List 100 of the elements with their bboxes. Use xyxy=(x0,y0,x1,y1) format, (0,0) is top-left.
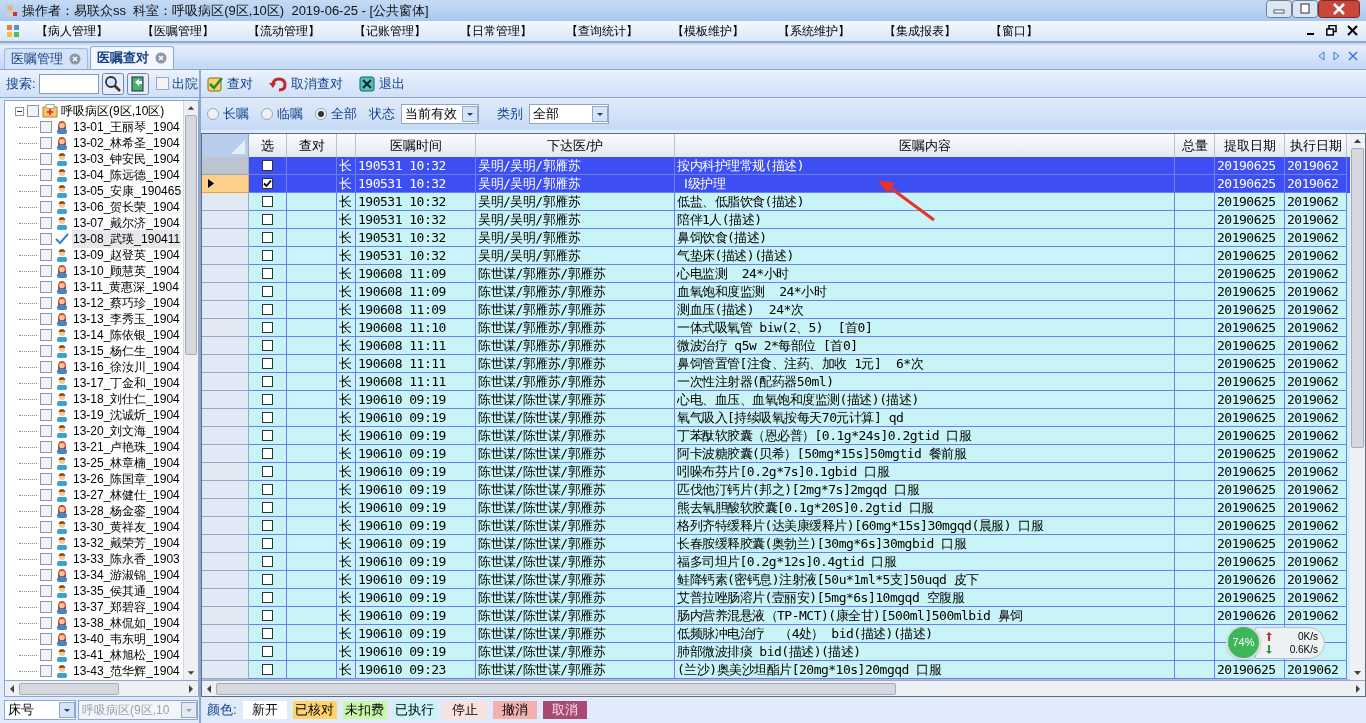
tree-item[interactable]: 13-35_侯其通_1904 xyxy=(72,582,181,600)
checkbox[interactable] xyxy=(262,322,273,333)
checkbox[interactable] xyxy=(40,633,52,645)
tree-item[interactable]: 13-41_林旭松_1904 xyxy=(72,646,181,664)
menu-item[interactable]: 【窗口】 xyxy=(988,22,1040,40)
checkbox[interactable] xyxy=(40,313,52,325)
tree-item[interactable]: 13-30_黄祥友_1904 xyxy=(72,518,181,536)
tree-item[interactable]: 13-07_戴尔济_1904 xyxy=(72,214,181,232)
checkbox[interactable] xyxy=(40,169,52,181)
checkbox[interactable] xyxy=(40,185,52,197)
toolbar-button[interactable]: 查对 xyxy=(205,72,255,95)
radio-button[interactable]: 临嘱 xyxy=(261,104,303,124)
checkbox[interactable] xyxy=(40,137,52,149)
tree-item[interactable]: 13-27_林健仕_1904 xyxy=(72,486,181,504)
checkbox[interactable] xyxy=(262,160,273,171)
table-row[interactable]: 长 190610 09:19 陈世谋/陈世谋/郭雁苏 鲑降钙素(密钙息)注射液[50u*1ml*5支]50uqd 皮下 20190626 2019062 xyxy=(202,571,1350,589)
tree-item[interactable]: 13-11_黄惠深_1904 xyxy=(72,278,180,296)
table-row[interactable]: 长 190608 11:10 陈世谋/郭雁苏/郭雁苏 一体式吸氧管 biw(2、5) [首0] 20190625 2019062 xyxy=(202,319,1350,337)
checkbox[interactable] xyxy=(262,412,273,423)
table-row[interactable]: 长 190531 10:32 吴明/吴明/郭雁苏 鼻饲饮食(描述) 20190625 2019062 xyxy=(202,229,1350,247)
checkbox[interactable] xyxy=(40,121,52,133)
checkbox[interactable] xyxy=(155,77,169,90)
table-row[interactable]: 长 190610 09:19 陈世谋/陈世谋/郭雁苏 熊去氧胆酸软胶囊[0.1g*20S]0.2gtid 口服 20190625 2019062 xyxy=(202,499,1350,517)
scrollbar-thumb[interactable] xyxy=(1351,148,1364,448)
checkbox[interactable] xyxy=(40,281,52,293)
table-row[interactable]: 长 190610 09:19 陈世谋/陈世谋/郭雁苏 长春胺缓释胶囊(奥勃兰)[30mg*6s]30mgbid 口服 20190625 2019062 xyxy=(202,535,1350,553)
export-button[interactable] xyxy=(126,72,149,95)
tree-item[interactable]: 13-02_林希圣_1904 xyxy=(72,134,181,152)
checkbox[interactable] xyxy=(40,649,52,661)
tab[interactable]: 医嘱管理 xyxy=(4,48,88,69)
table-row[interactable]: 长 190608 11:11 陈世谋/郭雁苏/郭雁苏 鼻饲管置管[注食、注药、加收 1元] 6*次 20190625 2019062 xyxy=(202,355,1350,373)
checkbox[interactable] xyxy=(40,425,52,437)
table-row[interactable]: 长 190608 11:09 陈世谋/郭雁苏/郭雁苏 心电监测 24*小时 20190625 2019062 xyxy=(202,265,1350,283)
tree-item[interactable]: 13-09_赵登英_1904 xyxy=(72,246,181,264)
table-row[interactable]: 长 190608 11:11 陈世谋/郭雁苏/郭雁苏 一次性注射器(配药器50ml) 20190625 2019062 xyxy=(202,373,1350,391)
checkbox[interactable] xyxy=(40,297,52,309)
checkbox[interactable] xyxy=(40,361,52,373)
checkbox[interactable] xyxy=(40,457,52,469)
checkbox[interactable] xyxy=(40,585,52,597)
table-row[interactable]: 长 190610 09:19 陈世谋/陈世谋/郭雁苏 匹伐他汀钙片(邦之)[2mg*7s]2mgqd 口服 20190625 2019062 xyxy=(202,481,1350,499)
checkbox[interactable] xyxy=(262,610,273,621)
checkbox[interactable] xyxy=(40,473,52,485)
tree-item[interactable]: 13-05_安康_190465 xyxy=(72,182,183,200)
table-row[interactable]: 长 190610 09:19 陈世谋/陈世谋/郭雁苏 福多司坦片[0.2g*12s]0.4gtid 口服 20190625 2019062 xyxy=(202,553,1350,571)
table-row[interactable]: 长 190610 09:19 陈世谋/陈世谋/郭雁苏 肠内营养混悬液（TP-MCT)(康全甘)[500ml]500mlbid 鼻饲 20190626 2019062 xyxy=(202,607,1350,625)
table-row[interactable]: 长 190531 10:32 吴明/吴明/郭雁苏 低盐、低脂饮食(描述) 20190625 2019062 xyxy=(202,193,1350,211)
table-row[interactable]: 长 190608 11:09 陈世谋/郭雁苏/郭雁苏 测血压(描述) 24*次 20190625 2019062 xyxy=(202,301,1350,319)
tree-item[interactable]: 13-38_林侃如_1904 xyxy=(72,614,181,632)
tree-item[interactable]: 13-01_王丽琴_1904 xyxy=(72,118,181,136)
checkbox[interactable] xyxy=(40,217,52,229)
checkbox[interactable] xyxy=(262,394,273,405)
menu-item[interactable]: 【病人管理】 xyxy=(34,22,110,40)
table-row[interactable]: 长 190610 09:19 陈世谋/陈世谋/郭雁苏 艾普拉唑肠溶片(壹丽安)[5mg*6s]10mgqd 空腹服 20190625 2019062 xyxy=(202,589,1350,607)
checkbox[interactable] xyxy=(262,484,273,495)
menu-item[interactable]: 【流动管理】 xyxy=(246,22,322,40)
toolbar-button[interactable]: 取消查对 xyxy=(267,72,345,95)
checkbox[interactable] xyxy=(262,520,273,531)
table-row[interactable]: 长 190608 11:09 陈世谋/郭雁苏/郭雁苏 血氧饱和度监测 24*小时 20190625 2019062 xyxy=(202,283,1350,301)
table-row[interactable]: 长 190608 11:11 陈世谋/郭雁苏/郭雁苏 微波治疗 q5w 2*每部位 [首0] 20190625 2019062 xyxy=(202,337,1350,355)
scrollbar-thumb[interactable] xyxy=(216,682,896,695)
checkbox[interactable] xyxy=(40,409,52,421)
tree-item[interactable]: 13-32_戴荣芳_1904 xyxy=(72,534,181,552)
checkbox[interactable] xyxy=(262,628,273,639)
checkbox[interactable] xyxy=(40,153,52,165)
dropdown[interactable]: 当前有效 xyxy=(401,104,479,124)
search-field[interactable] xyxy=(38,73,99,94)
checkbox[interactable] xyxy=(40,329,52,341)
tree-item[interactable]: 13-37_郑碧容_1904 xyxy=(72,598,181,616)
restore-icon[interactable] xyxy=(1326,24,1337,36)
menu-item[interactable]: 【查询统计】 xyxy=(564,22,640,40)
tree-item[interactable]: 13-33_陈永香_1903 xyxy=(72,550,181,568)
checkbox[interactable] xyxy=(262,592,273,603)
checkbox[interactable] xyxy=(40,233,52,245)
table-row[interactable]: 长 190610 09:19 陈世谋/陈世谋/郭雁苏 氧气吸入[持续吸氧按每天70元计算] qd 20190625 2019062 xyxy=(202,409,1350,427)
tree-item[interactable]: 13-21_卢艳珠_1904 xyxy=(72,438,181,456)
dropdown[interactable]: 床号 xyxy=(4,700,76,720)
table-corner[interactable] xyxy=(202,134,249,157)
tree-item[interactable]: 13-16_徐汝川_1904 xyxy=(72,358,181,376)
checkbox[interactable] xyxy=(40,489,52,501)
minimize-button[interactable] xyxy=(1266,0,1292,18)
checkbox[interactable] xyxy=(262,574,273,585)
checkbox[interactable] xyxy=(40,553,52,565)
checkbox[interactable] xyxy=(262,376,273,387)
checkbox[interactable] xyxy=(262,430,273,441)
checkbox[interactable] xyxy=(40,521,52,533)
checkbox[interactable] xyxy=(262,538,273,549)
checkbox[interactable] xyxy=(40,201,52,213)
table-row[interactable]: 长 190531 10:32 吴明/吴明/郭雁苏 Ⅰ级护理 20190625 2019062 xyxy=(202,175,1350,193)
close-button[interactable] xyxy=(1318,0,1360,18)
tree-item[interactable]: 13-17_丁金和_1904 xyxy=(72,374,181,392)
tree-item[interactable]: 13-10_顾慧英_1904 xyxy=(72,262,181,280)
close-icon[interactable] xyxy=(1347,24,1358,36)
tab[interactable]: 医嘱查对 xyxy=(90,46,174,69)
checkbox[interactable] xyxy=(262,646,273,657)
checkbox[interactable] xyxy=(40,665,52,677)
checkbox[interactable] xyxy=(40,249,52,261)
tree-item[interactable]: 13-08_武瑛_190411 xyxy=(72,230,182,248)
checkbox[interactable] xyxy=(262,340,273,351)
checkbox[interactable] xyxy=(262,232,273,243)
checkbox[interactable] xyxy=(262,178,273,189)
